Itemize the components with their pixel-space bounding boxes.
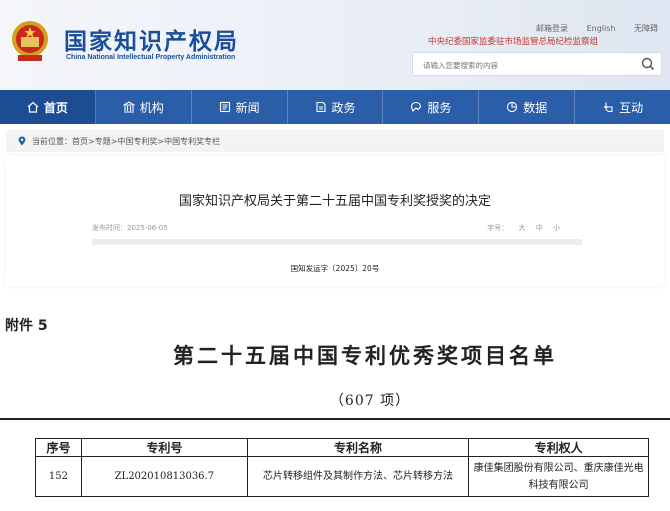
service-icon: [411, 101, 422, 112]
search-input[interactable]: [413, 54, 623, 77]
accessibility-link[interactable]: 无障碍: [634, 24, 658, 33]
publish-date: 发布时间：2025-06-05: [92, 224, 168, 232]
nav-interact-label: 互动: [619, 100, 644, 115]
document-number: 国知发运字〔2025〕20号: [290, 264, 380, 273]
data-icon: [507, 101, 518, 113]
cell-no: 152: [35, 456, 82, 497]
award-table: 序号 专利号 专利名称 专利权人 152 ZL202010813036.7 芯片…: [35, 438, 649, 497]
article-card: 国家知识产权局关于第二十五届中国专利奖授奖的决定 发布时间：2025-06-05…: [6, 156, 664, 286]
header-no: 序号: [35, 438, 82, 457]
national-emblem-icon: [12, 21, 48, 61]
breadcrumb-home[interactable]: 首页: [72, 137, 88, 146]
top-links: 邮箱登录 English 无障碍: [520, 23, 658, 34]
nav-news-label: 新闻: [235, 100, 260, 115]
mail-login-link[interactable]: 邮箱登录: [536, 24, 568, 33]
search-box: [412, 52, 662, 77]
breadcrumb-patent-award[interactable]: 中国专利奖: [117, 137, 157, 146]
home-icon: [27, 101, 39, 113]
nav-service[interactable]: 服务: [383, 90, 480, 124]
location-pin-icon: [18, 136, 26, 146]
divider: [92, 239, 582, 245]
nav-data[interactable]: 数据: [479, 90, 576, 124]
nav-news[interactable]: 新闻: [192, 90, 288, 124]
site-title[interactable]: 国家知识产权局: [64, 22, 239, 56]
list-title: 第二十五届中国专利优秀奖项目名单: [173, 343, 557, 368]
institution-icon: [122, 101, 135, 113]
affairs-icon: [315, 101, 326, 113]
nav-interact[interactable]: 互动: [575, 90, 670, 124]
nav-affairs-label: 政务: [331, 100, 356, 115]
nav-home-label: 首页: [43, 100, 68, 115]
attachment-label: 附件 5: [5, 318, 48, 334]
breadcrumb-topic[interactable]: 专题: [95, 137, 111, 146]
cell-patent-name: 芯片转移组件及其制作方法、芯片转移方法: [246, 456, 470, 497]
discipline-link[interactable]: 中央纪委国家监委驻市场监管总局纪检监察组: [428, 35, 598, 47]
font-size-small[interactable]: 小: [553, 224, 560, 232]
search-icon[interactable]: [641, 57, 655, 71]
font-size-control: 字号： 大 中 小: [487, 223, 560, 233]
nav-service-label: 服务: [427, 100, 452, 115]
list-count: （607 项）: [329, 393, 411, 409]
header-patent-no: 专利号: [80, 438, 248, 457]
nav-home[interactable]: 首页: [0, 90, 96, 124]
article-title: 国家知识产权局关于第二十五届中国专利奖授奖的决定: [178, 194, 491, 209]
news-icon: [219, 101, 230, 113]
site-subtitle: China National Intellectual Property Adm…: [66, 54, 236, 61]
english-link[interactable]: English: [587, 24, 616, 33]
interact-icon: [603, 102, 613, 113]
header-patentee: 专利权人: [468, 438, 649, 457]
header-patent-name: 专利名称: [246, 438, 470, 457]
font-size-medium[interactable]: 中: [536, 224, 543, 232]
cell-patentee: 康佳集团股份有限公司、重庆康佳光电科技有限公司: [468, 456, 649, 497]
main-nav: 首页 机构 新闻 政务 服务 数据 互动: [0, 90, 670, 124]
font-size-label: 字号：: [487, 224, 509, 232]
font-size-large[interactable]: 大: [519, 224, 526, 232]
site-header: 国家知识产权局 China National Intellectual Prop…: [0, 0, 670, 90]
cell-patent-no: ZL202010813036.7: [80, 456, 248, 497]
horizontal-rule: [0, 418, 670, 420]
nav-data-label: 数据: [523, 100, 548, 115]
table-header-row: 序号 专利号 专利名称 专利权人: [35, 438, 649, 457]
breadcrumb: 当前位置：首页>专题>中国专利奖>中国专利奖专栏: [6, 130, 664, 152]
breadcrumb-patent-column[interactable]: 中国专利奖专栏: [164, 137, 220, 146]
nav-institution-label: 机构: [139, 100, 164, 115]
breadcrumb-prefix: 当前位置：: [32, 136, 72, 146]
nav-affairs[interactable]: 政务: [288, 90, 384, 124]
table-row: 152 ZL202010813036.7 芯片转移组件及其制作方法、芯片转移方法…: [35, 456, 649, 497]
nav-institution[interactable]: 机构: [96, 90, 192, 124]
